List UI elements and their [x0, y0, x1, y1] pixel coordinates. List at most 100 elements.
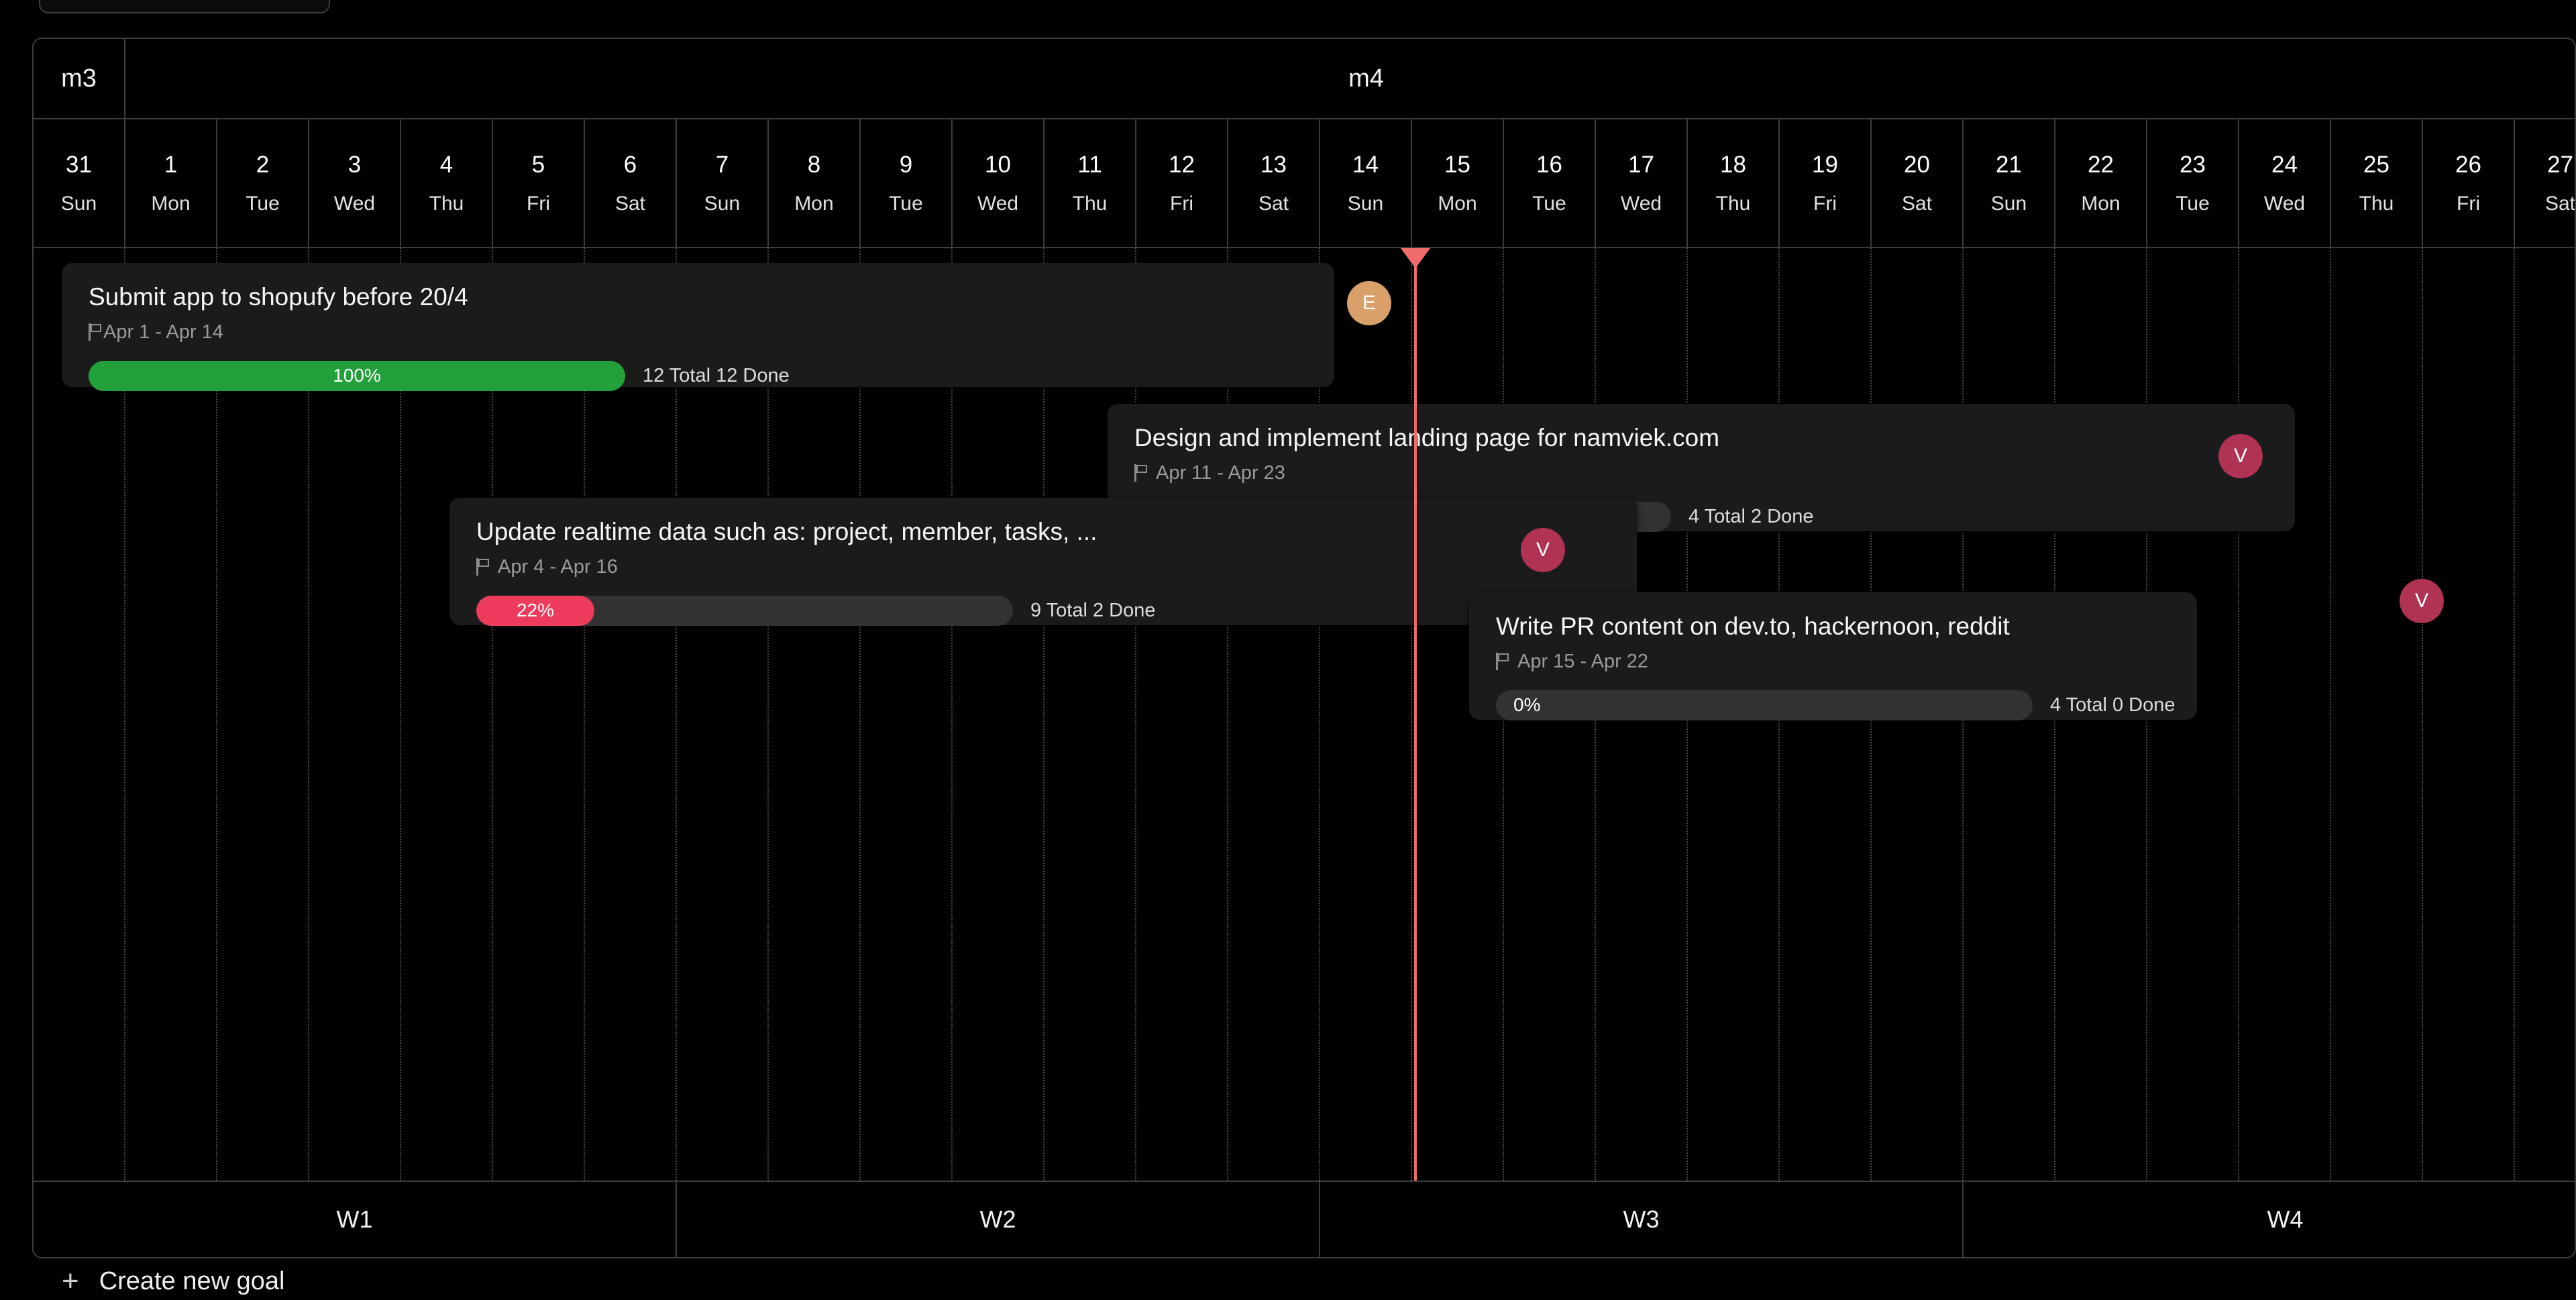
task-total-count: 12 Total	[643, 364, 711, 386]
day-weekday: Sun	[704, 192, 741, 215]
day-weekday: Fri	[1813, 192, 1837, 215]
task-done-count: 2 Done	[1750, 505, 1814, 527]
week-footer-cell[interactable]: W3	[1320, 1182, 1964, 1257]
task-title: Update realtime data such as: project, m…	[476, 518, 1097, 545]
task-progress-row: 0% 4 Total 0 Done	[1496, 690, 2176, 720]
progress-percent-label: 100%	[333, 365, 381, 386]
flag-icon	[89, 323, 103, 341]
day-number: 21	[1996, 151, 2022, 178]
day-header-cell[interactable]: 23 Tue	[2147, 119, 2239, 247]
day-header-cell[interactable]: 6 Sat	[585, 119, 677, 247]
grid-column	[2515, 248, 2575, 1181]
toolbar-stub	[39, 0, 330, 13]
day-header-cell[interactable]: 5 Fri	[493, 119, 585, 247]
flag-icon	[1496, 653, 1511, 671]
day-weekday: Wed	[333, 192, 376, 215]
day-number: 16	[1536, 151, 1562, 178]
progress-percent-label: 22%	[516, 600, 555, 621]
task-counts: 4 Total 0 Done	[2050, 694, 2176, 716]
day-number: 8	[807, 151, 821, 178]
week-label: W2	[979, 1205, 1016, 1233]
day-number: 14	[1352, 151, 1379, 178]
task-total-count: 9 Total	[1030, 599, 1087, 621]
day-header-cell[interactable]: 20 Sat	[1872, 119, 1964, 247]
day-weekday: Thu	[1715, 192, 1751, 215]
day-number: 26	[2455, 151, 2481, 178]
month-header-cell: m4	[125, 39, 2575, 118]
grid-column	[1320, 248, 1412, 1181]
day-weekday: Mon	[1438, 192, 1477, 215]
task-done-count: 2 Done	[1092, 599, 1156, 621]
day-weekday: Fri	[527, 192, 550, 215]
day-header-cell[interactable]: 7 Sun	[677, 119, 769, 247]
day-number: 25	[2363, 151, 2390, 178]
day-header-cell[interactable]: 17 Wed	[1596, 119, 1688, 247]
day-weekday: Thu	[429, 192, 464, 215]
day-header-cell[interactable]: 4 Thu	[401, 119, 493, 247]
week-label: W1	[336, 1205, 373, 1233]
day-header-cell[interactable]: 21 Sun	[1964, 119, 2055, 247]
avatar-initial: V	[1536, 539, 1550, 561]
day-header-cell[interactable]: 8 Mon	[769, 119, 861, 247]
task-card[interactable]: Write PR content on dev.to, hackernoon, …	[1469, 592, 2197, 720]
day-header-cell[interactable]: 18 Thu	[1688, 119, 1780, 247]
day-weekday: Fri	[1170, 192, 1193, 215]
day-header-cell[interactable]: 3 Wed	[309, 119, 401, 247]
day-number: 20	[1904, 151, 1930, 178]
week-footer-cell[interactable]: W1	[34, 1182, 677, 1257]
today-marker-line	[1401, 248, 1430, 1181]
week-footer-row: W1 W2 W3 W4	[34, 1181, 2575, 1257]
create-new-goal-button[interactable]: + Create new goal	[62, 1266, 284, 1296]
day-number: 13	[1260, 151, 1287, 178]
task-card[interactable]: Update realtime data such as: project, m…	[449, 498, 1637, 626]
task-counts: 4 Total 2 Done	[1688, 506, 1814, 528]
day-weekday: Sat	[1901, 192, 1933, 215]
day-number: 3	[347, 151, 362, 178]
grid-column	[2423, 248, 2515, 1181]
day-header-cell[interactable]: 27 Sat	[2515, 119, 2575, 247]
avatar[interactable]: V	[2218, 434, 2263, 478]
task-card[interactable]: Submit app to shopufy before 20/4 Apr 1 -…	[62, 263, 1334, 391]
day-number: 6	[623, 151, 637, 178]
task-total-count: 4 Total	[1688, 505, 1746, 527]
day-header-cell[interactable]: 10 Wed	[953, 119, 1044, 247]
day-header-cell[interactable]: 16 Tue	[1504, 119, 1596, 247]
day-header-cell[interactable]: 19 Fri	[1780, 119, 1872, 247]
task-done-count: 12 Done	[716, 364, 790, 386]
task-dates-row: Apr 4 - Apr 16	[476, 556, 1610, 578]
day-header-cell[interactable]: 2 Tue	[217, 119, 309, 247]
progress-bar-fill: 22%	[476, 595, 594, 626]
day-number: 11	[1077, 151, 1102, 178]
day-header-cell[interactable]: 1 Mon	[125, 119, 217, 247]
flag-icon	[476, 558, 491, 576]
task-title: Design and implement landing page for na…	[1134, 424, 1720, 451]
avatar[interactable]: E	[1347, 281, 1391, 325]
avatar[interactable]: V	[1521, 528, 1565, 572]
day-header-cell[interactable]: 12 Fri	[1136, 119, 1228, 247]
day-header-cell[interactable]: 24 Wed	[2239, 119, 2331, 247]
week-footer-cell[interactable]: W2	[677, 1182, 1320, 1257]
task-date-range: Apr 4 - Apr 16	[498, 555, 618, 578]
week-footer-cell[interactable]: W4	[1964, 1182, 2575, 1257]
day-header-cell[interactable]: 25 Thu	[2331, 119, 2423, 247]
progress-bar-track: 0%	[1496, 690, 2033, 720]
day-header-cell[interactable]: 14 Sun	[1320, 119, 1412, 247]
avatar[interactable]: V	[2400, 579, 2444, 623]
day-header-cell[interactable]: 13 Sat	[1228, 119, 1320, 247]
day-weekday: Thu	[1072, 192, 1108, 215]
day-weekday: Wed	[1620, 192, 1662, 215]
task-dates-row: Apr 1 - Apr 14	[89, 321, 1307, 343]
day-header-cell[interactable]: 22 Mon	[2055, 119, 2147, 247]
day-header-cell[interactable]: 11 Thu	[1044, 119, 1136, 247]
day-header-cell[interactable]: 31 Sun	[34, 119, 125, 247]
task-date-range: Apr 11 - Apr 23	[1156, 462, 1285, 484]
day-weekday: Wed	[977, 192, 1019, 215]
day-header-cell[interactable]: 26 Fri	[2423, 119, 2515, 247]
day-weekday: Sat	[614, 192, 646, 215]
day-header-cell[interactable]: 15 Mon	[1412, 119, 1504, 247]
day-number: 9	[899, 151, 913, 178]
day-header-cell[interactable]: 9 Tue	[861, 119, 953, 247]
day-number: 1	[164, 151, 178, 178]
flag-icon	[1134, 464, 1149, 482]
day-number: 5	[531, 151, 545, 178]
